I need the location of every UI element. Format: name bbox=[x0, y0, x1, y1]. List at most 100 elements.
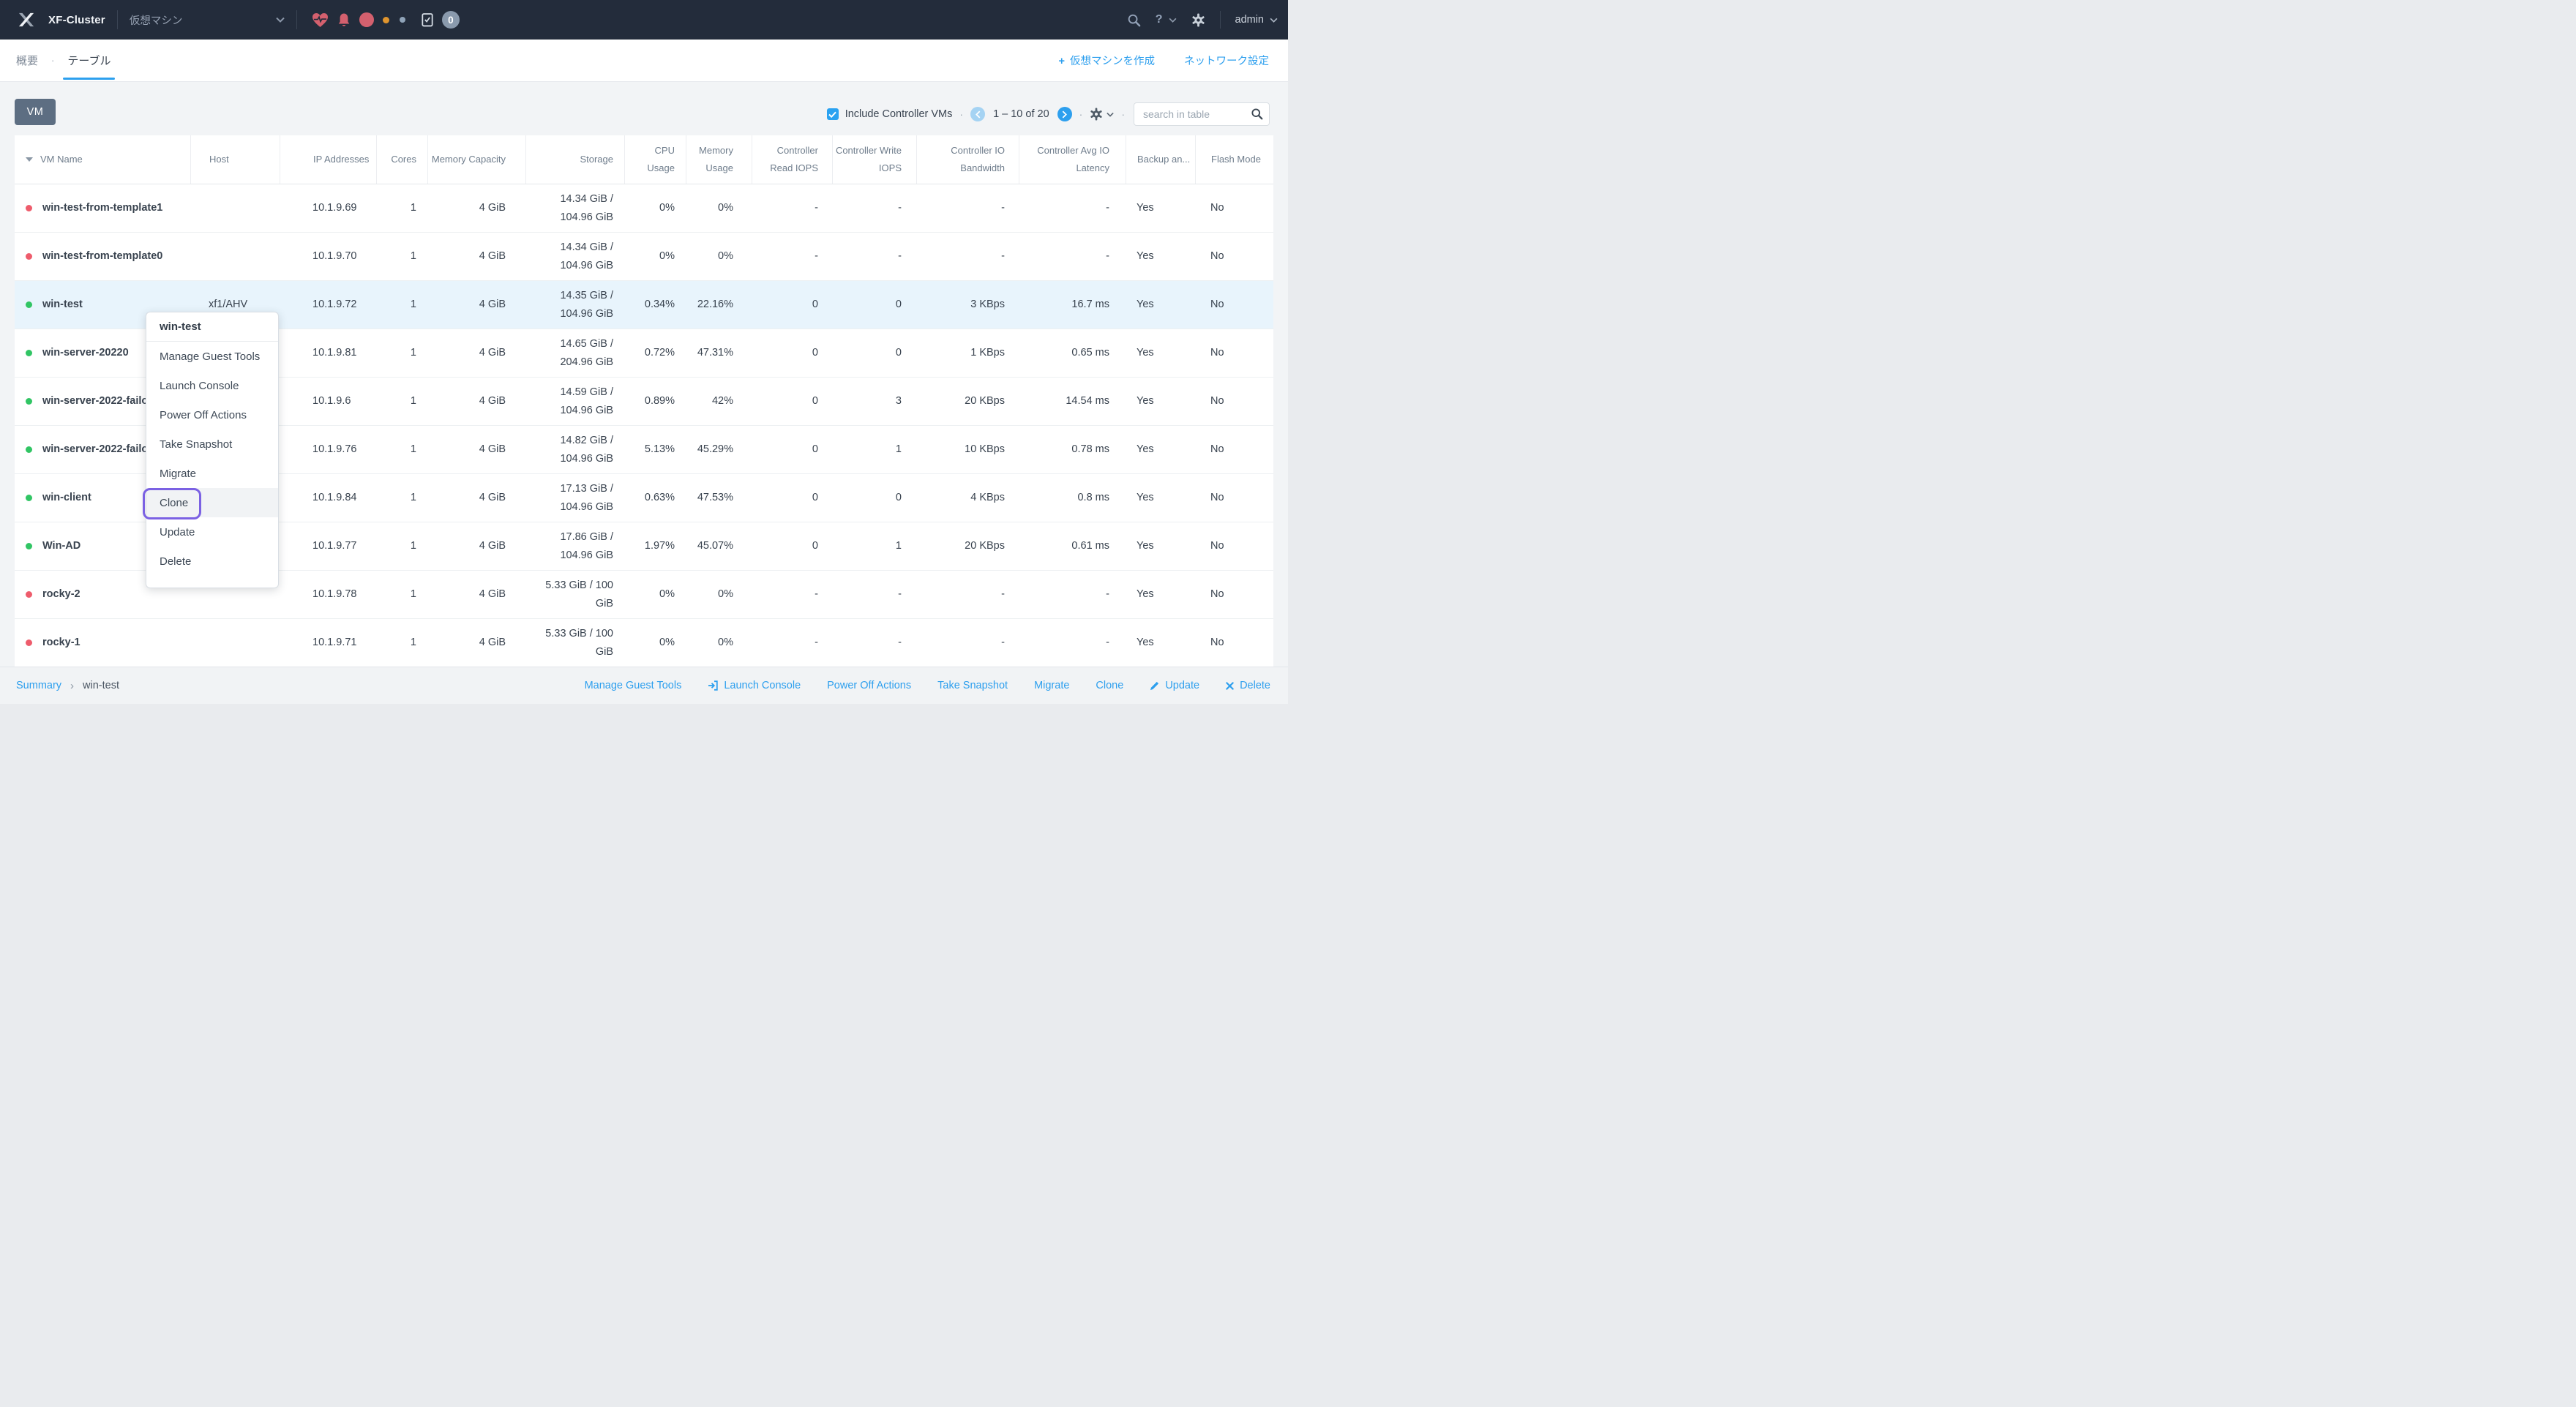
cell-controller-read-iops: 0 bbox=[752, 522, 832, 570]
menu-item-manage-guest-tools[interactable]: Manage Guest Tools bbox=[146, 342, 278, 371]
chevron-down-icon bbox=[1107, 112, 1114, 117]
cell-cpu-usage: 0% bbox=[624, 233, 686, 280]
tab-separator: · bbox=[51, 55, 54, 66]
cell-controller-write-iops: 0 bbox=[832, 281, 916, 329]
tab-overview[interactable]: 概要 bbox=[16, 40, 38, 81]
cell-vm-name: win-test-from-template0 bbox=[15, 233, 190, 280]
vm-name-text: rocky-2 bbox=[42, 585, 80, 604]
column-header-flash-mode[interactable]: Flash Mode bbox=[1195, 135, 1273, 184]
chevron-down-icon[interactable] bbox=[1169, 18, 1177, 23]
vm-status-dot bbox=[26, 446, 32, 453]
cell-controller-read-iops: 0 bbox=[752, 378, 832, 425]
table-settings-button[interactable] bbox=[1090, 108, 1114, 121]
column-header-memory-capacity[interactable]: Memory Capacity bbox=[427, 135, 525, 184]
column-header-backup[interactable]: Backup an... bbox=[1126, 135, 1195, 184]
cell-flash-mode: No bbox=[1195, 619, 1273, 667]
cell-controller-write-iops: - bbox=[832, 619, 916, 667]
table-row[interactable]: rocky-1 10.1.9.71 1 4 GiB 5.33 GiB / 100… bbox=[15, 619, 1273, 667]
column-header-cores[interactable]: Cores bbox=[376, 135, 427, 184]
cell-host bbox=[190, 184, 280, 232]
column-header-storage[interactable]: Storage bbox=[525, 135, 624, 184]
footer-action-clone[interactable]: Clone bbox=[1096, 680, 1123, 691]
menu-item-launch-console[interactable]: Launch Console bbox=[146, 371, 278, 400]
critical-alerts-indicator[interactable] bbox=[359, 12, 374, 27]
footer-actions: Manage Guest Tools Launch Console Power … bbox=[558, 680, 1288, 691]
footer-action-power-off-actions[interactable]: Power Off Actions bbox=[827, 680, 911, 691]
column-header-cpu-usage[interactable]: CPU Usage bbox=[624, 135, 686, 184]
column-header-controller-avg-io-latency[interactable]: Controller Avg IO Latency bbox=[1019, 135, 1126, 184]
column-header-controller-read-iops[interactable]: Controller Read IOPS bbox=[752, 135, 832, 184]
info-alerts-indicator[interactable] bbox=[400, 17, 405, 23]
network-config-button[interactable]: ネットワーク設定 bbox=[1184, 53, 1269, 68]
footer-action-migrate[interactable]: Migrate bbox=[1034, 680, 1069, 691]
tab-table[interactable]: テーブル bbox=[67, 40, 111, 81]
app-container: XF-Cluster 仮想マシン bbox=[0, 0, 1288, 704]
cell-storage: 14.82 GiB / 104.96 GiB bbox=[525, 426, 624, 473]
prev-page-button[interactable] bbox=[970, 107, 985, 121]
footer-action-delete[interactable]: Delete bbox=[1226, 680, 1270, 691]
column-header-ip-addresses[interactable]: IP Addresses bbox=[280, 135, 376, 184]
cell-cores: 1 bbox=[376, 619, 427, 667]
footer-action-update[interactable]: Update bbox=[1150, 680, 1199, 691]
search-icon[interactable] bbox=[1127, 13, 1141, 27]
cell-controller-io-bandwidth: 1 KBps bbox=[916, 329, 1019, 377]
tasks-clipboard-icon[interactable] bbox=[422, 12, 433, 27]
user-menu[interactable]: admin bbox=[1235, 14, 1265, 26]
cell-vm-name: win-test-from-template1 bbox=[15, 184, 190, 232]
table-row[interactable]: win-test-from-template1 10.1.9.69 1 4 Gi… bbox=[15, 184, 1273, 233]
cell-storage: 17.13 GiB / 104.96 GiB bbox=[525, 474, 624, 522]
cell-memory-capacity: 4 GiB bbox=[427, 619, 525, 667]
menu-item-power-off-actions[interactable]: Power Off Actions bbox=[146, 400, 278, 429]
table-toolbar: Include Controller VMs · 1 – 10 of 20 · bbox=[827, 102, 1270, 127]
cell-controller-avg-io-latency: 0.78 ms bbox=[1019, 426, 1126, 473]
entity-selector[interactable]: 仮想マシン bbox=[130, 12, 285, 28]
footer-action-launch-console[interactable]: Launch Console bbox=[708, 680, 801, 691]
column-header-controller-io-bandwidth[interactable]: Controller IO Bandwidth bbox=[916, 135, 1019, 184]
cell-ip-addresses: 10.1.9.78 bbox=[280, 571, 376, 618]
column-header-memory-usage[interactable]: Memory Usage bbox=[686, 135, 752, 184]
menu-item-migrate[interactable]: Migrate bbox=[146, 459, 278, 488]
menu-item-clone[interactable]: Clone bbox=[146, 488, 278, 517]
cell-cpu-usage: 0.89% bbox=[624, 378, 686, 425]
breadcrumb-summary[interactable]: Summary bbox=[16, 680, 61, 691]
cell-memory-usage: 22.16% bbox=[686, 281, 752, 329]
vm-name-text: win-test-from-template1 bbox=[42, 199, 162, 217]
warning-alerts-indicator[interactable] bbox=[383, 17, 389, 23]
cell-flash-mode: No bbox=[1195, 233, 1273, 280]
tasks-count-badge[interactable]: 0 bbox=[442, 11, 460, 29]
menu-item-delete[interactable]: Delete bbox=[146, 547, 278, 576]
footer-action-take-snapshot[interactable]: Take Snapshot bbox=[937, 680, 1008, 691]
table-row[interactable]: win-test-from-template0 10.1.9.70 1 4 Gi… bbox=[15, 233, 1273, 281]
cell-memory-usage: 0% bbox=[686, 233, 752, 280]
cluster-name: XF-Cluster bbox=[48, 14, 105, 26]
footer-action-manage-guest-tools[interactable]: Manage Guest Tools bbox=[585, 680, 682, 691]
cell-controller-avg-io-latency: 0.8 ms bbox=[1019, 474, 1126, 522]
cell-storage: 14.35 GiB / 104.96 GiB bbox=[525, 281, 624, 329]
cell-backup: Yes bbox=[1126, 233, 1195, 280]
health-heart-icon[interactable] bbox=[312, 12, 329, 28]
chevron-down-icon[interactable] bbox=[1270, 18, 1278, 23]
menu-item-update[interactable]: Update bbox=[146, 517, 278, 547]
vm-name-text: win-server-20220 bbox=[42, 344, 129, 362]
column-header-controller-write-iops[interactable]: Controller Write IOPS bbox=[832, 135, 916, 184]
table-header: VM Name Host IP Addresses Cores Memory C… bbox=[15, 135, 1273, 184]
help-button[interactable]: ? bbox=[1156, 13, 1163, 26]
cell-controller-read-iops: 0 bbox=[752, 426, 832, 473]
nutanix-logo-icon[interactable] bbox=[18, 12, 35, 28]
vm-type-button[interactable]: VM bbox=[15, 99, 56, 125]
cell-storage: 14.34 GiB / 104.96 GiB bbox=[525, 233, 624, 280]
menu-item-take-snapshot[interactable]: Take Snapshot bbox=[146, 429, 278, 459]
cell-cores: 1 bbox=[376, 426, 427, 473]
cell-cpu-usage: 0.63% bbox=[624, 474, 686, 522]
alerts-bell-icon[interactable] bbox=[337, 12, 351, 28]
cell-controller-write-iops: - bbox=[832, 184, 916, 232]
cell-cpu-usage: 0.34% bbox=[624, 281, 686, 329]
search-input[interactable] bbox=[1134, 102, 1270, 126]
column-header-host[interactable]: Host bbox=[190, 135, 280, 184]
next-page-button[interactable] bbox=[1057, 107, 1072, 121]
settings-gear-icon[interactable] bbox=[1191, 13, 1205, 27]
column-header-vm-name[interactable]: VM Name bbox=[15, 135, 190, 184]
cell-controller-avg-io-latency: - bbox=[1019, 619, 1126, 667]
include-controller-vms-checkbox[interactable] bbox=[827, 108, 839, 120]
create-vm-button[interactable]: +仮想マシンを作成 bbox=[1059, 53, 1155, 68]
